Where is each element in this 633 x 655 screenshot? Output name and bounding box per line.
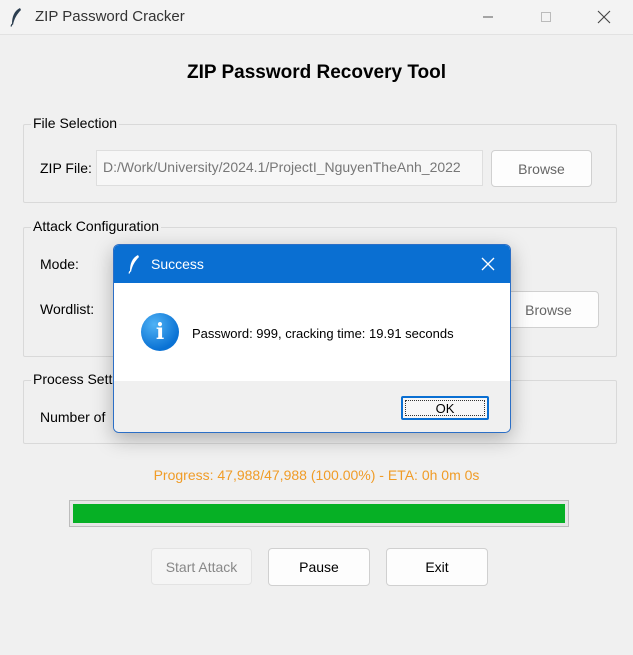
zip-file-path-field[interactable]: D:/Work/University/2024.1/ProjectI_Nguye… — [96, 150, 483, 186]
page-title: ZIP Password Recovery Tool — [186, 62, 447, 83]
attack-configuration-label: Attack Configuration — [31, 218, 162, 234]
dialog-titlebar: Success — [114, 245, 510, 283]
info-icon: i — [141, 313, 179, 351]
maximize-icon — [541, 12, 551, 22]
feather-icon — [10, 8, 21, 27]
minimize-button[interactable] — [465, 0, 511, 34]
exit-button[interactable]: Exit — [386, 548, 488, 586]
dialog-close-button[interactable] — [466, 245, 510, 283]
progress-status: Progress: 47,988/47,988 (100.00%) - ETA:… — [153, 467, 480, 483]
minimize-icon — [483, 16, 493, 18]
wordlist-browse-button[interactable]: Browse — [498, 291, 599, 328]
close-button[interactable] — [581, 0, 627, 34]
progress-fill — [73, 504, 565, 523]
dialog-title: Success — [151, 256, 204, 272]
close-icon — [597, 10, 611, 24]
feather-icon — [128, 255, 139, 274]
file-selection-label: File Selection — [31, 115, 120, 131]
process-settings-label: Process Setti — [31, 371, 118, 387]
window-title: ZIP Password Cracker — [35, 8, 185, 25]
close-icon — [481, 257, 495, 271]
mode-label: Mode: — [40, 256, 79, 272]
ok-button-label: OK — [405, 400, 485, 416]
pause-button[interactable]: Pause — [268, 548, 370, 586]
dialog-message: Password: 999, cracking time: 19.91 seco… — [192, 326, 454, 341]
ok-button[interactable]: OK — [401, 396, 489, 420]
wordlist-label: Wordlist: — [40, 301, 95, 317]
start-attack-button[interactable]: Start Attack — [151, 548, 252, 585]
maximize-button[interactable] — [523, 0, 569, 34]
window-titlebar: ZIP Password Cracker — [0, 0, 633, 35]
zip-browse-button[interactable]: Browse — [491, 150, 592, 187]
zip-file-label: ZIP File: — [40, 160, 92, 176]
progress-bar — [69, 500, 569, 527]
success-dialog: Success i Password: 999, cracking time: … — [113, 244, 511, 433]
dialog-footer: OK — [114, 381, 510, 432]
number-of-processes-label: Number of — [40, 409, 106, 425]
